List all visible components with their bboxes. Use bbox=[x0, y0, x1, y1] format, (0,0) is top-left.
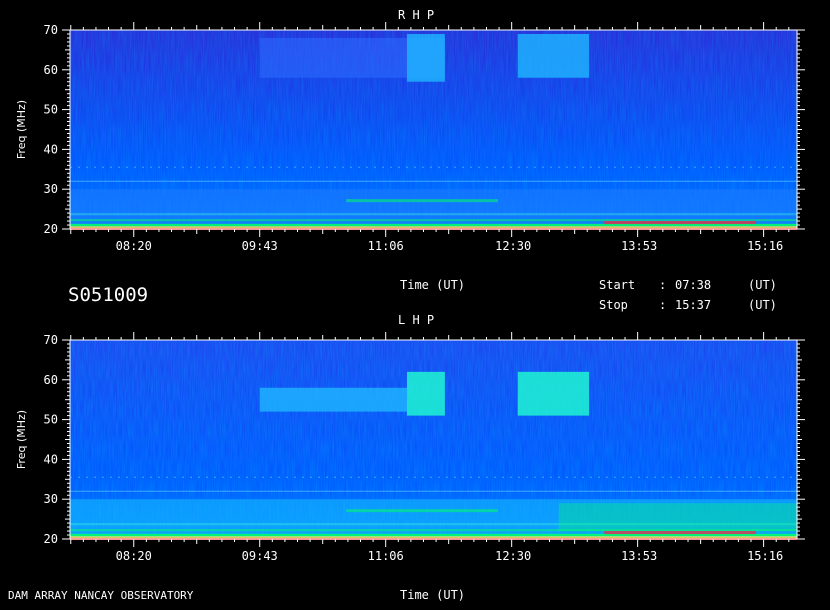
stop-label: Stop bbox=[599, 298, 628, 312]
footer-credit: DAM ARRAY NANCAY OBSERVATORY bbox=[8, 589, 194, 602]
rhp-y-tick-label: 40 bbox=[44, 142, 58, 156]
rhp-band-stripe bbox=[346, 199, 499, 203]
lhp-x-tick-label: 13:53 bbox=[621, 549, 657, 563]
rhp-y-tick-label: 60 bbox=[44, 63, 58, 77]
rhp-x-tick-label: 15:16 bbox=[747, 239, 783, 253]
rhp-x-tick-label: 13:53 bbox=[621, 239, 657, 253]
stop-colon: : bbox=[659, 298, 667, 312]
lhp-x-tick-label: 09:43 bbox=[242, 549, 278, 563]
lhp-x-tick-label: 15:16 bbox=[747, 549, 783, 563]
start-label: Start bbox=[599, 278, 636, 292]
rhp-x-tick-label: 08:20 bbox=[116, 239, 152, 253]
lhp-y-tick-label: 50 bbox=[44, 413, 58, 427]
lhp-x-tick-label: 12:30 bbox=[495, 549, 531, 563]
lhp-x-tick-label: 08:20 bbox=[116, 549, 152, 563]
lhp-band-emission bbox=[558, 503, 797, 532]
session-id: S051009 bbox=[68, 284, 149, 306]
rhp-y-axis-label: Freq (MHz) bbox=[15, 100, 28, 159]
rhp-y-tick-label: 70 bbox=[44, 23, 58, 37]
start-ut-unit: (UT) bbox=[748, 278, 777, 292]
lhp-y-tick-label: 60 bbox=[44, 373, 58, 387]
rhp-x-tick-label: 09:43 bbox=[242, 239, 278, 253]
stop-ut-unit: (UT) bbox=[748, 298, 777, 312]
rhp-x-tick-label: 11:06 bbox=[368, 239, 404, 253]
lhp-low-frequency-band bbox=[70, 499, 797, 541]
rhp-panel-title: R H P bbox=[398, 8, 435, 22]
rhp-y-tick-label: 20 bbox=[44, 222, 58, 236]
rhp-emission-region bbox=[406, 33, 445, 82]
rhp-y-tick-label: 50 bbox=[44, 103, 58, 117]
lhp-y-tick-label: 30 bbox=[44, 492, 58, 506]
lhp-emission-region bbox=[406, 371, 445, 416]
rhp-band-stripe bbox=[70, 219, 797, 222]
rhp-band-stripe bbox=[70, 213, 797, 216]
rhp-low-frequency-band bbox=[70, 189, 797, 231]
start-time: 07:38 bbox=[675, 278, 712, 292]
rhp-x-tick-label: 12:30 bbox=[495, 239, 531, 253]
lhp-emission-region bbox=[259, 387, 407, 412]
lhp-y-tick-label: 40 bbox=[44, 452, 58, 466]
rhp-y-tick-label: 30 bbox=[44, 182, 58, 196]
lhp-band-stripe bbox=[604, 531, 757, 535]
lhp-y-tick-label: 70 bbox=[44, 333, 58, 347]
time-axis-label-top: Time (UT) bbox=[400, 278, 466, 292]
stop-time: 15:37 bbox=[675, 298, 712, 312]
lhp-y-axis-label: Freq (MHz) bbox=[15, 410, 28, 469]
lhp-panel-title: L H P bbox=[398, 313, 435, 327]
rhp-spectrogram-panel: 20 30 40 50 60 70 Freq (MHz) 08:20 09:43 11:06 12:… bbox=[15, 22, 805, 253]
lhp-band-stripe bbox=[346, 509, 499, 513]
rhp-band-stripe bbox=[70, 223, 797, 227]
lhp-x-tick-label: 11:06 bbox=[368, 549, 404, 563]
rhp-emission-region bbox=[517, 33, 590, 78]
lhp-band-stripe bbox=[70, 533, 797, 537]
time-axis-label-bottom: Time (UT) bbox=[400, 588, 466, 602]
lhp-spectrogram-panel: 20 30 40 50 60 70 Freq (MHz) 08:20 09:43 11:06 12:… bbox=[15, 332, 805, 563]
start-colon: : bbox=[659, 278, 667, 292]
lhp-emission-region bbox=[517, 371, 590, 416]
lhp-y-tick-label: 20 bbox=[44, 532, 58, 546]
rhp-band-stripe bbox=[604, 221, 757, 225]
